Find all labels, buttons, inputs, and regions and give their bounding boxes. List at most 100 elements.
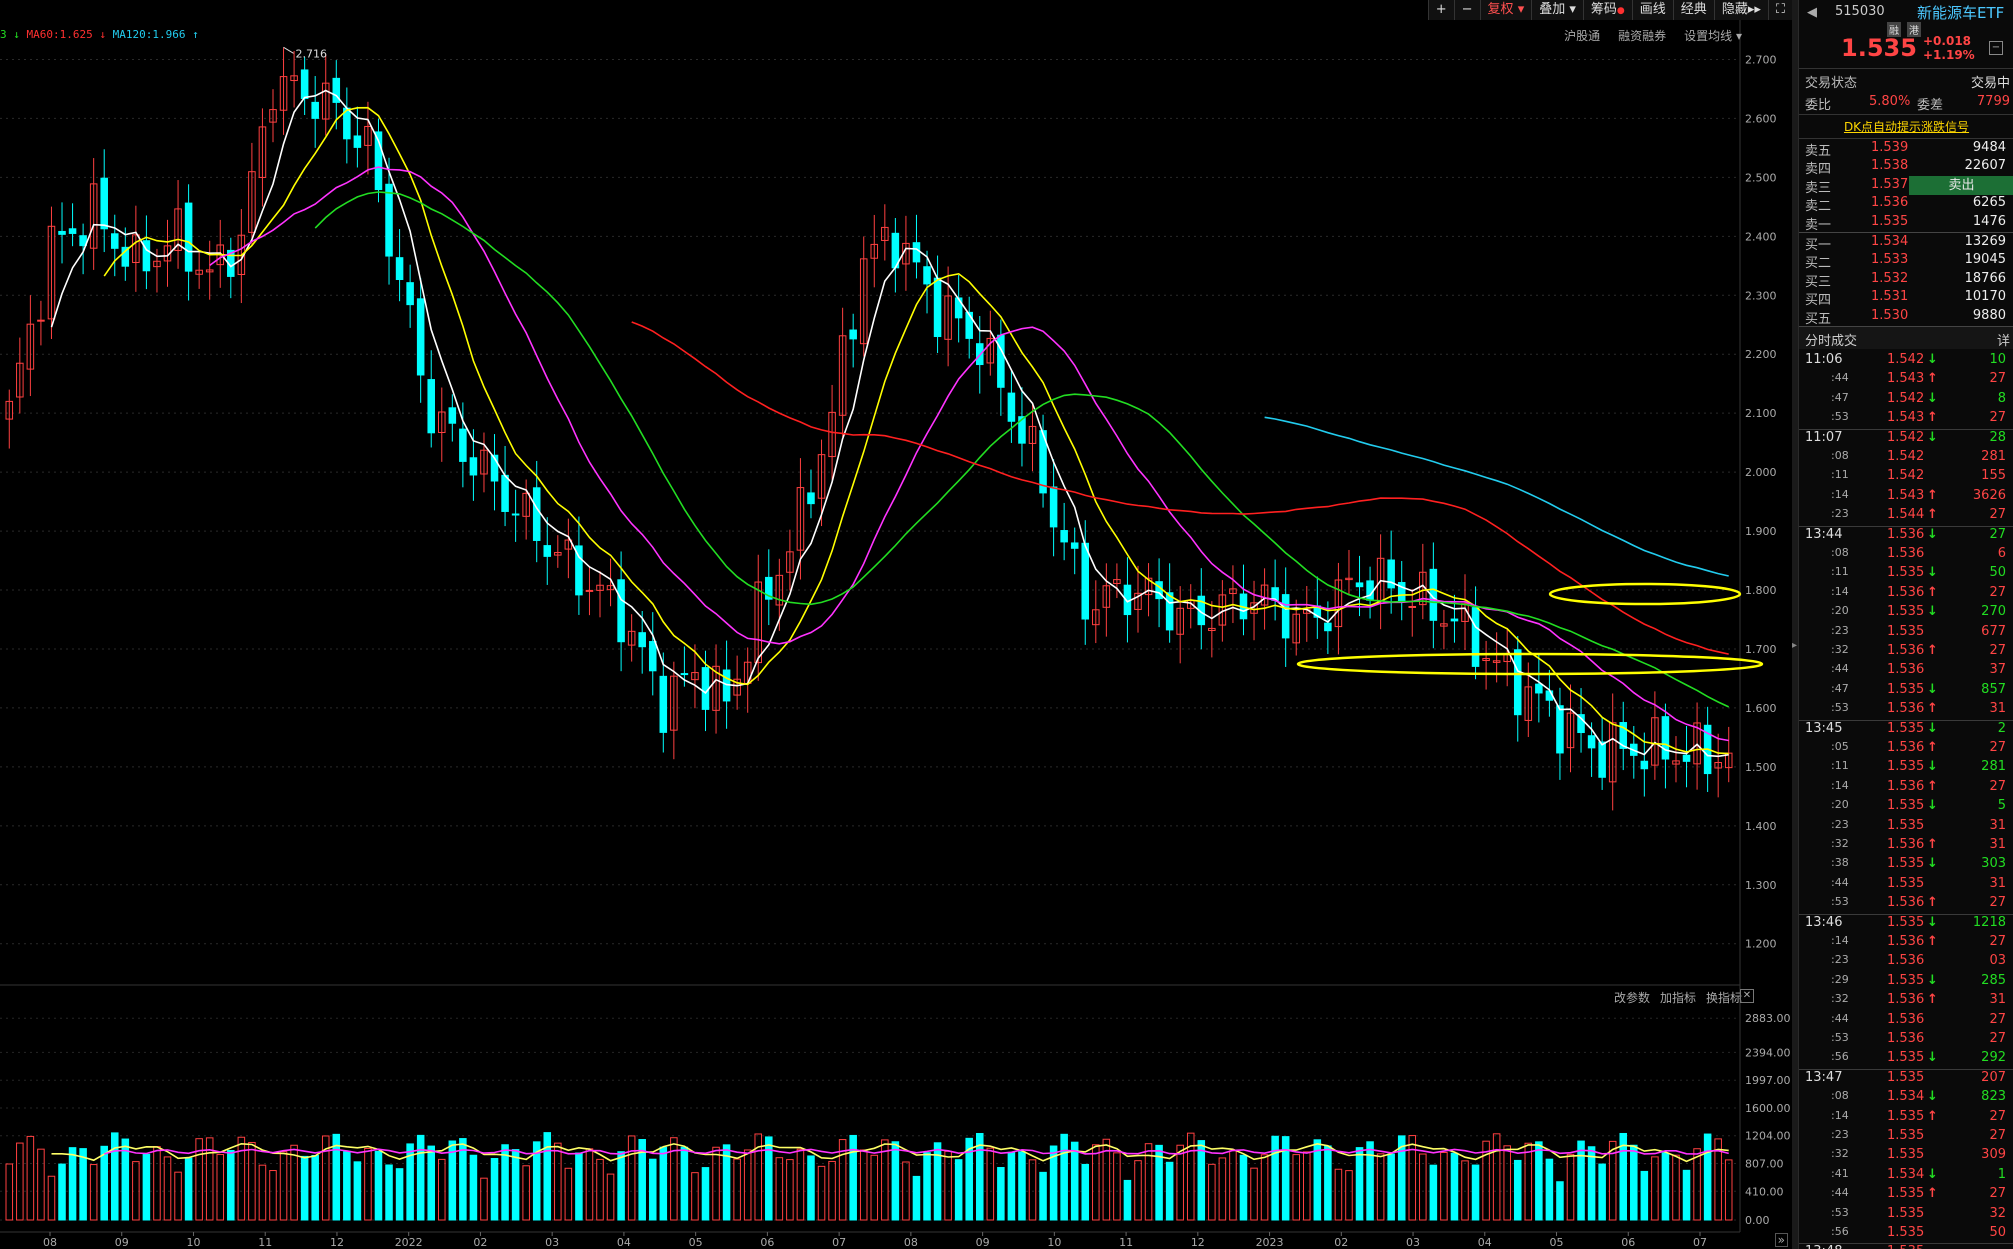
volume-bar[interactable] [1165, 1161, 1174, 1221]
bid-row[interactable]: 买二 1.533 19045 [1805, 252, 2010, 271]
volume-bar[interactable] [912, 1175, 921, 1221]
volume-bar[interactable] [1260, 1154, 1269, 1221]
candle-body[interactable] [1049, 486, 1058, 528]
fuquan-button[interactable]: 复权 ▾ [1479, 0, 1532, 20]
volume-bar[interactable] [648, 1158, 657, 1221]
volume-bar[interactable] [1060, 1133, 1068, 1221]
volume-bar[interactable] [1292, 1154, 1300, 1221]
candle-body[interactable] [532, 487, 541, 541]
volume-bar[interactable] [142, 1153, 151, 1221]
volume-bar[interactable] [701, 1167, 710, 1221]
volume-bar[interactable] [1450, 1152, 1459, 1221]
volume-bar[interactable] [216, 1154, 225, 1221]
signal-link[interactable]: DK点自动提示涨跌信号 [1844, 120, 1969, 134]
volume-bar[interactable] [1007, 1151, 1016, 1221]
hk-connect-link[interactable]: 沪股通 [1564, 27, 1600, 44]
volume-bar[interactable] [490, 1158, 499, 1221]
candle-body[interactable] [954, 297, 963, 319]
candle-body[interactable] [617, 579, 625, 643]
volume-bar[interactable] [1492, 1133, 1501, 1221]
volume-bar[interactable] [353, 1161, 362, 1221]
margin-trading-link[interactable]: 融资融券 [1618, 27, 1666, 44]
volume-bar[interactable] [849, 1134, 857, 1221]
candle-body[interactable] [1366, 580, 1374, 601]
ask-row[interactable]: 卖二 1.536 6265 [1805, 195, 2010, 214]
close-indicator-icon[interactable]: ✕ [1740, 989, 1754, 1003]
volume-bar[interactable] [1724, 1159, 1733, 1221]
candle-body[interactable] [849, 329, 857, 340]
volume-bar[interactable] [163, 1156, 172, 1221]
candle-body[interactable] [1165, 592, 1174, 631]
volume-bar[interactable] [269, 1170, 277, 1221]
volume-bar[interactable] [89, 1164, 98, 1221]
candle-body[interactable] [406, 282, 414, 306]
volume-bar[interactable] [1693, 1148, 1701, 1221]
volume-bar[interactable] [300, 1155, 309, 1221]
bid-row[interactable]: 买三 1.532 18766 [1805, 271, 2010, 290]
candle-body[interactable] [701, 667, 710, 710]
volume-bar[interactable] [1113, 1152, 1121, 1221]
volume-bar[interactable] [1461, 1160, 1469, 1221]
volume-bar[interactable] [110, 1132, 119, 1221]
volume-bar[interactable] [733, 1158, 741, 1221]
volume-bar[interactable] [1039, 1171, 1047, 1221]
volume-bar[interactable] [1682, 1169, 1691, 1221]
candle-body[interactable] [1281, 594, 1290, 639]
volume-bar[interactable] [859, 1149, 868, 1221]
volume-bar[interactable] [986, 1147, 995, 1221]
bid-row[interactable]: 买四 1.531 10170 [1805, 289, 2010, 308]
volume-bar[interactable] [1081, 1163, 1090, 1221]
candle-body[interactable] [680, 673, 689, 676]
volume-bar[interactable] [1640, 1170, 1649, 1221]
volume-bar[interactable] [469, 1154, 478, 1221]
candle-body[interactable] [1007, 392, 1016, 422]
volume-bar[interactable] [1250, 1167, 1258, 1221]
candle-body[interactable] [1535, 683, 1543, 694]
candle-body[interactable] [807, 492, 815, 505]
volume-bar[interactable] [564, 1167, 573, 1221]
candle-body[interactable] [427, 379, 435, 434]
volume-bar[interactable] [923, 1152, 931, 1221]
volume-bar[interactable] [1218, 1157, 1227, 1221]
volume-bar[interactable] [1703, 1133, 1712, 1221]
candle-body[interactable] [311, 101, 319, 119]
volume-bar[interactable] [511, 1149, 520, 1221]
volume-bar[interactable] [1598, 1163, 1606, 1221]
volume-bar[interactable] [1028, 1159, 1037, 1221]
volume-bar[interactable] [585, 1148, 594, 1221]
volume-bar[interactable] [596, 1158, 604, 1221]
volume-bar[interactable] [1535, 1141, 1543, 1221]
candle-body[interactable] [1640, 760, 1649, 770]
volume-bar[interactable] [786, 1159, 794, 1221]
volume-bar[interactable] [891, 1141, 900, 1221]
volume-bar[interactable] [1134, 1160, 1142, 1221]
volume-bar[interactable] [1440, 1151, 1448, 1221]
volume-bar[interactable] [1018, 1151, 1026, 1221]
candle-body[interactable] [912, 242, 921, 263]
volume-bar[interactable] [1630, 1144, 1638, 1221]
volume-bar[interactable] [1092, 1144, 1100, 1221]
ask-row[interactable]: 卖四 1.538 22607 [1805, 158, 2010, 177]
ticks-list[interactable]: 11:06 1.542 ↓ 10:44 1.543 ↑ 27:47 1.542 ↓ 8:53 1.5… [1799, 350, 2013, 1249]
collapse-button[interactable]: − [1989, 41, 2003, 55]
volume-bar[interactable] [153, 1146, 161, 1221]
candle-body[interactable] [459, 428, 467, 462]
volume-bar[interactable] [332, 1133, 341, 1221]
bid-row[interactable]: 买一 1.534 13269 [1805, 234, 2010, 253]
volume-bar[interactable] [1239, 1154, 1248, 1221]
volume-bar[interactable] [659, 1146, 668, 1221]
volume-bar[interactable] [691, 1172, 699, 1221]
fullscreen-icon[interactable]: ⛶ [1767, 0, 1792, 20]
volume-bar[interactable] [870, 1154, 879, 1221]
volume-bar[interactable] [817, 1165, 826, 1221]
volume-bar[interactable] [79, 1148, 87, 1221]
candle-body[interactable] [933, 277, 942, 338]
volume-bar[interactable] [1408, 1135, 1417, 1221]
volume-bar[interactable] [1070, 1141, 1079, 1221]
candle-body[interactable] [659, 675, 668, 733]
volume-bar[interactable] [248, 1141, 256, 1221]
volume-bar[interactable] [680, 1146, 689, 1221]
volume-bar[interactable] [1197, 1140, 1206, 1221]
kline-svg[interactable]: 2.700 2.600 2.500 2.400 2.300 2.200 2.100 2.000… [0, 0, 1792, 1249]
volume-bar[interactable] [554, 1142, 562, 1221]
